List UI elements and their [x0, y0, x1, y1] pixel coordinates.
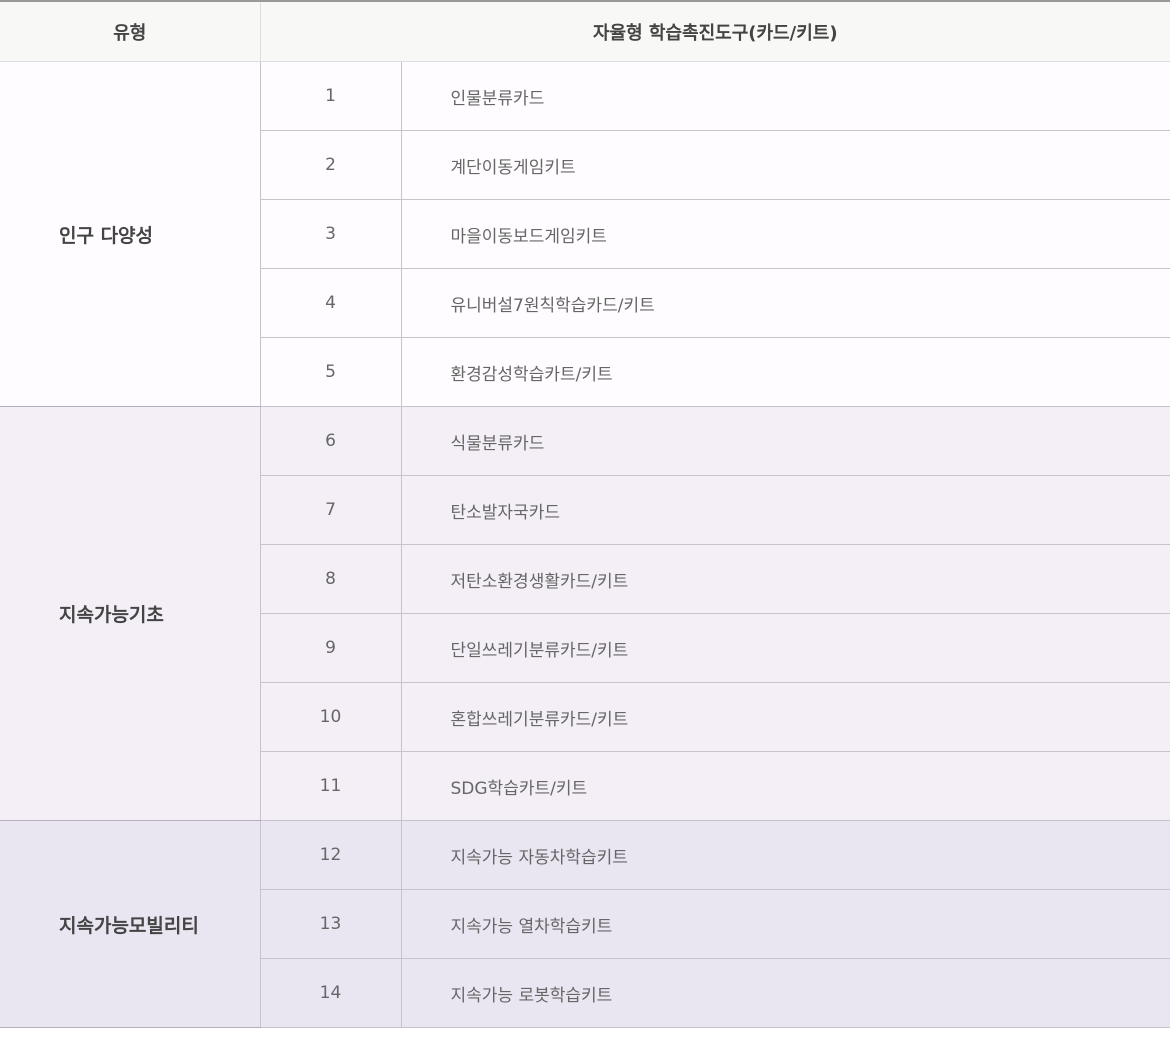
group-type-cell: 지속가능기초 [0, 406, 261, 821]
tool-name: 환경감성학습카트/키트 [401, 337, 1170, 407]
table-header-row: 유형 자율형 학습촉진도구(카드/키트) [0, 1, 1170, 62]
tool-name: 단일쓰레기분류카드/키트 [401, 613, 1170, 683]
group-type-cell: 인구 다양성 [0, 61, 261, 407]
row-number: 8 [260, 544, 402, 614]
group-type-cell: 지속가능모빌리티 [0, 820, 261, 1028]
tool-column-header: 자율형 학습촉진도구(카드/키트) [260, 1, 1170, 62]
tool-name: 마을이동보드게임키트 [401, 199, 1170, 269]
row-number: 13 [260, 889, 402, 959]
row-number: 4 [260, 268, 402, 338]
row-number: 14 [260, 958, 402, 1028]
tool-name: 인물분류카드 [401, 61, 1170, 131]
row-number: 9 [260, 613, 402, 683]
tool-name: 식물분류카드 [401, 406, 1170, 476]
tool-name: 지속가능 열차학습키트 [401, 889, 1170, 959]
type-column-header: 유형 [0, 1, 261, 62]
table-row: 지속가능모빌리티 12 지속가능 자동차학습키트 [0, 820, 1170, 1028]
tool-name: 저탄소환경생활카드/키트 [401, 544, 1170, 614]
row-number: 11 [260, 751, 402, 821]
tool-name: 지속가능 자동차학습키트 [401, 820, 1170, 890]
row-number: 5 [260, 337, 402, 407]
tool-name: 계단이동게임키트 [401, 130, 1170, 200]
tool-name: SDG학습카트/키트 [401, 751, 1170, 821]
row-number: 12 [260, 820, 402, 890]
table-row: 지속가능기초 6 식물분류카드 [0, 406, 1170, 821]
row-number: 3 [260, 199, 402, 269]
row-number: 7 [260, 475, 402, 545]
table-row: 인구 다양성 1 인물분류카드 [0, 61, 1170, 407]
learning-tools-table: 유형 자율형 학습촉진도구(카드/키트) 인구 다양성 1 인물분류카드 2 계… [0, 0, 1170, 1028]
tool-name: 지속가능 로봇학습키트 [401, 958, 1170, 1028]
tool-name: 유니버설7원칙학습카드/키트 [401, 268, 1170, 338]
row-number: 1 [260, 61, 402, 131]
row-number: 2 [260, 130, 402, 200]
tool-name: 탄소발자국카드 [401, 475, 1170, 545]
row-number: 6 [260, 406, 402, 476]
row-number: 10 [260, 682, 402, 752]
tool-name: 혼합쓰레기분류카드/키트 [401, 682, 1170, 752]
